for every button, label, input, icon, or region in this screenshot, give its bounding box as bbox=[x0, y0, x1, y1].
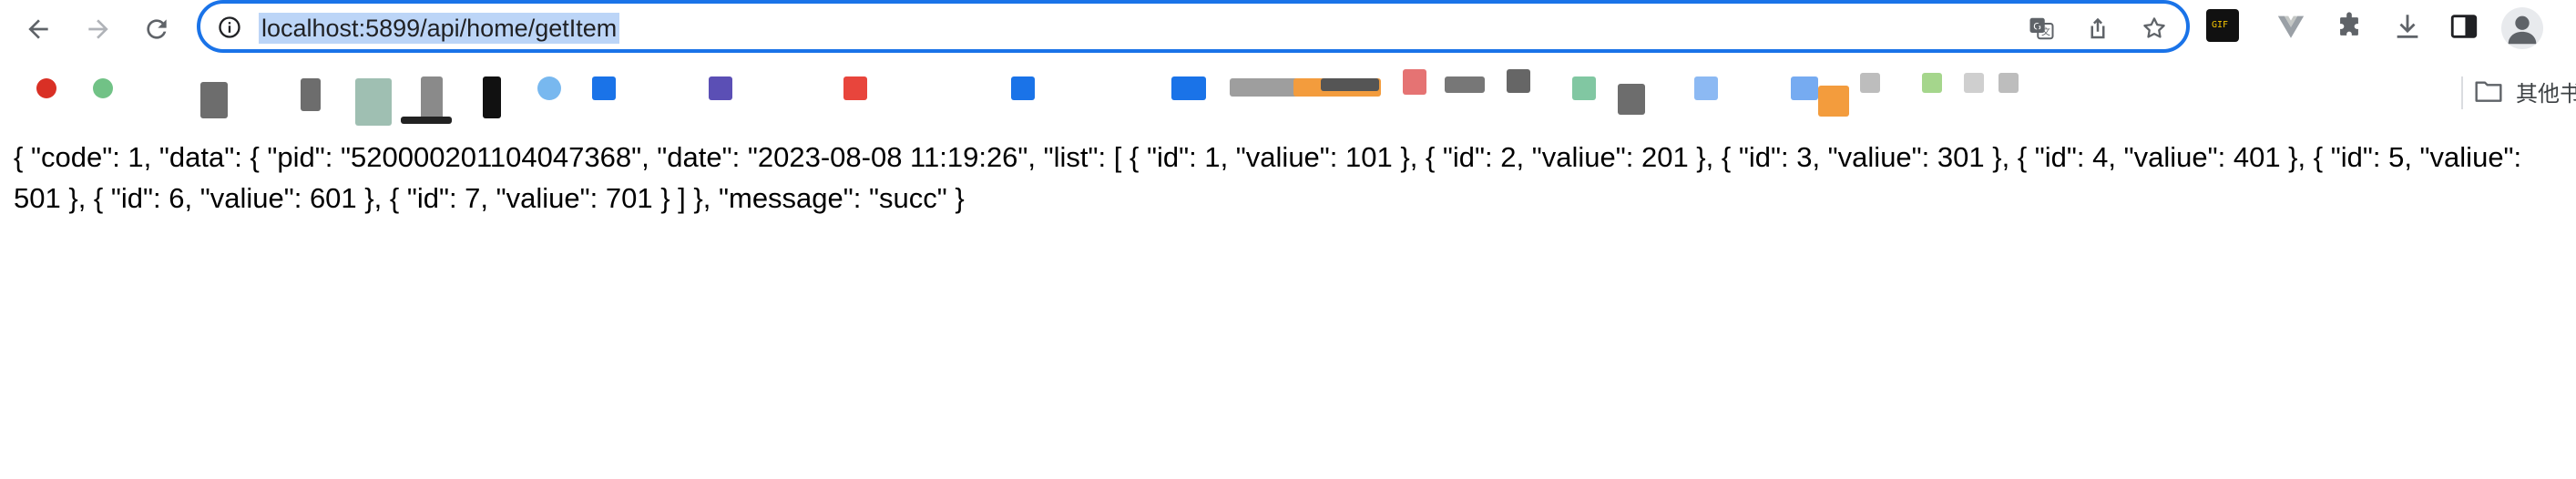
bookmark-item[interactable] bbox=[401, 117, 452, 124]
bookmark-item[interactable] bbox=[592, 76, 616, 100]
bookmark-item[interactable] bbox=[1507, 69, 1530, 93]
folder-icon bbox=[2475, 81, 2502, 102]
arrow-right-icon bbox=[88, 19, 108, 39]
bookmark-item[interactable] bbox=[709, 76, 732, 100]
bookmark-item[interactable] bbox=[843, 76, 867, 100]
browser-toolbar: localhost:5899/api/home/getItem G 文 GIF bbox=[0, 0, 2576, 60]
other-bookmarks-folder[interactable]: 其他书签 bbox=[2474, 73, 2576, 109]
arrow-left-icon bbox=[28, 19, 48, 39]
bookmark-item[interactable] bbox=[537, 76, 561, 100]
bookmark-item[interactable] bbox=[355, 78, 392, 126]
bookmark-item[interactable] bbox=[1818, 86, 1849, 117]
bookmark-item[interactable] bbox=[1998, 73, 2019, 93]
share-icon[interactable] bbox=[2084, 15, 2111, 42]
info-icon[interactable] bbox=[217, 15, 242, 40]
bookmark-item[interactable] bbox=[1171, 76, 1206, 100]
bookmark-item[interactable] bbox=[483, 76, 501, 118]
bookmark-item[interactable] bbox=[421, 76, 443, 122]
avatar-icon bbox=[2508, 15, 2537, 45]
bookmark-item[interactable] bbox=[1445, 76, 1485, 93]
reload-icon bbox=[147, 19, 167, 39]
profile-avatar[interactable] bbox=[2501, 7, 2543, 49]
bookmark-item[interactable] bbox=[1618, 84, 1645, 115]
reload-button[interactable] bbox=[133, 5, 180, 53]
json-response-text: { "code": 1, "data": { "pid": "520000201… bbox=[14, 141, 2522, 214]
address-bar[interactable]: localhost:5899/api/home/getItem G 文 bbox=[197, 0, 2190, 53]
bookmark-item[interactable] bbox=[1572, 76, 1596, 100]
bookmark-item[interactable] bbox=[1321, 78, 1379, 91]
bookmark-item[interactable] bbox=[36, 78, 56, 98]
bookmark-item[interactable] bbox=[301, 78, 321, 111]
bookmark-item[interactable] bbox=[1694, 76, 1718, 100]
back-button[interactable] bbox=[15, 5, 62, 53]
forward-button[interactable] bbox=[75, 5, 122, 53]
other-bookmarks-label: 其他书签 bbox=[2516, 80, 2576, 107]
star-icon[interactable] bbox=[2141, 15, 2168, 42]
bookmark-item[interactable] bbox=[1964, 73, 1984, 93]
gif-extension-icon[interactable]: GIF bbox=[2206, 9, 2239, 42]
svg-text:文: 文 bbox=[2041, 26, 2050, 38]
bookmark-item[interactable] bbox=[1922, 73, 1942, 93]
bookmarks-separator bbox=[2461, 76, 2463, 109]
bookmark-item[interactable] bbox=[93, 78, 113, 98]
translate-icon[interactable]: G 文 bbox=[2028, 15, 2055, 42]
bookmarks-bar: 其他书签 bbox=[0, 60, 2576, 126]
vue-devtools-icon[interactable] bbox=[2275, 11, 2306, 42]
puzzle-icon[interactable] bbox=[2334, 11, 2365, 42]
url-text[interactable]: localhost:5899/api/home/getItem bbox=[259, 13, 620, 44]
bookmark-item[interactable] bbox=[1230, 78, 1303, 97]
bookmark-item[interactable] bbox=[1791, 76, 1818, 100]
download-icon[interactable] bbox=[2392, 11, 2423, 42]
side-panel-icon[interactable] bbox=[2448, 11, 2479, 42]
bookmark-item[interactable] bbox=[1011, 76, 1035, 100]
bookmark-item[interactable] bbox=[200, 82, 228, 118]
bookmark-item[interactable] bbox=[1403, 69, 1426, 95]
browser-window: localhost:5899/api/home/getItem G 文 GIF bbox=[0, 0, 2576, 479]
bookmark-item[interactable] bbox=[1860, 73, 1880, 93]
